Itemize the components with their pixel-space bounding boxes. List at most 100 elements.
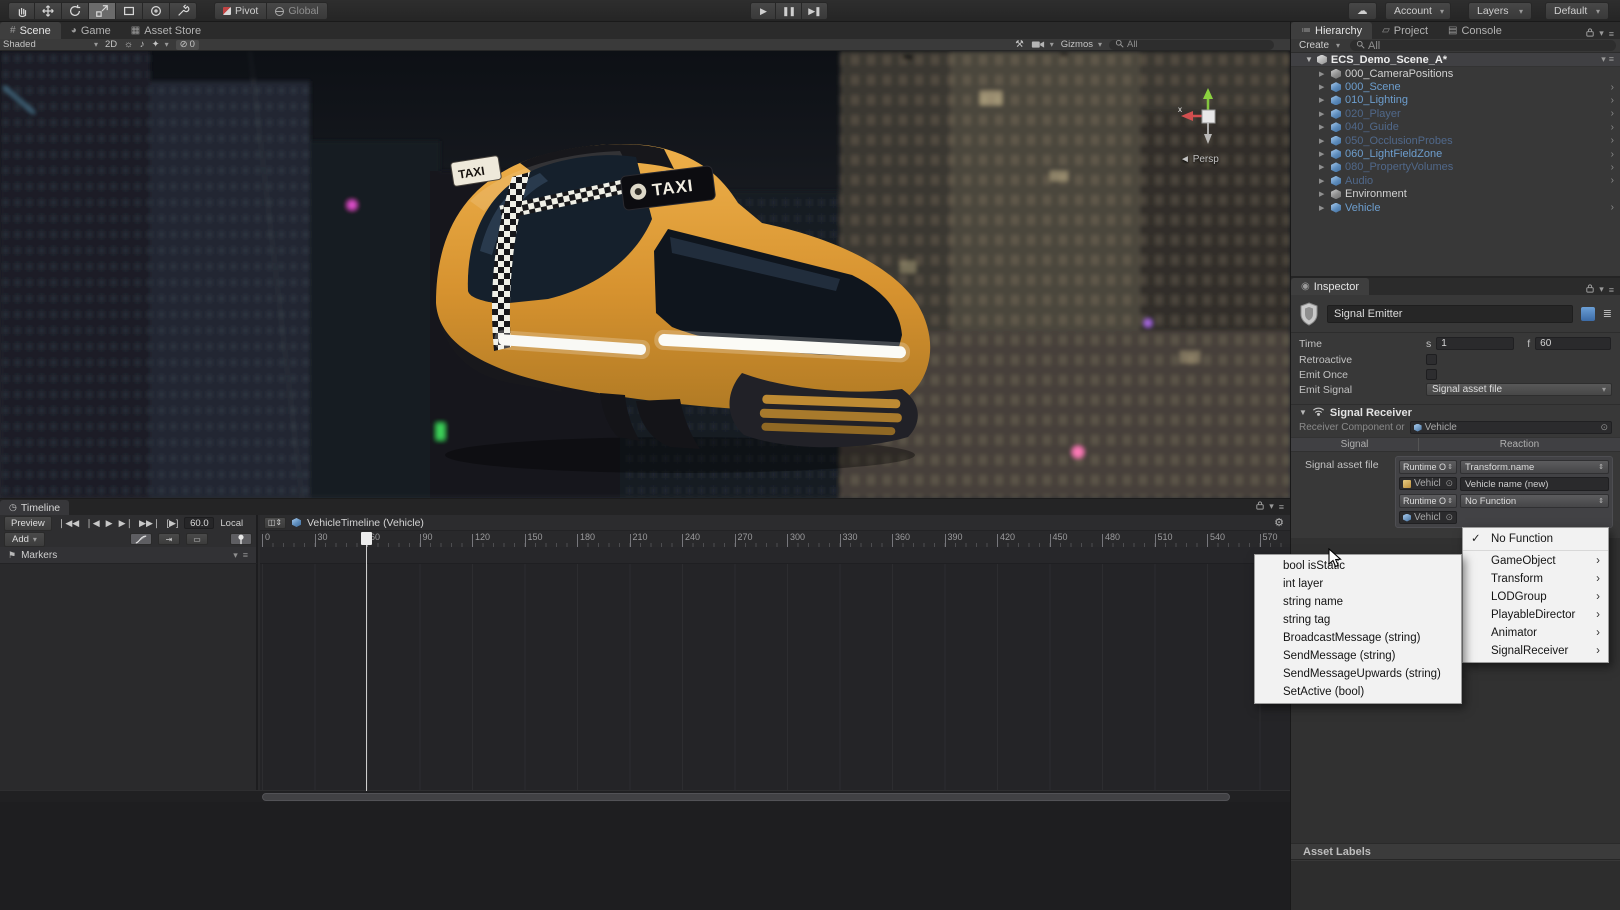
emitter-name-field[interactable]: Signal Emitter	[1327, 305, 1573, 323]
preview-toggle-button[interactable]: Preview	[4, 516, 52, 531]
chevron-down-icon[interactable]: ▾	[1269, 501, 1274, 512]
prefab-chevron-icon[interactable]: ›	[1611, 149, 1614, 160]
menu-item-function[interactable]: SetActive (bool)	[1255, 683, 1461, 701]
frames-field[interactable]: 60	[1535, 337, 1611, 350]
object-picker-icon[interactable]: ⊙	[1445, 512, 1453, 523]
2d-toggle[interactable]: 2D	[105, 39, 117, 50]
shading-mode-dropdown[interactable]: Shaded▾	[3, 39, 98, 50]
hierarchy-item[interactable]: ▶ 000_Scene ›	[1291, 80, 1620, 93]
effects-dropdown[interactable]: ✦▾	[152, 39, 169, 50]
move-tool-button[interactable]	[35, 2, 62, 20]
object-picker-icon[interactable]: ⊙	[1445, 478, 1453, 489]
menu-item-component[interactable]: GameObject›	[1463, 552, 1608, 570]
hierarchy-item[interactable]: ▶ 020_Player ›	[1291, 107, 1620, 120]
menu-item-function[interactable]: bool isStatic	[1255, 557, 1461, 575]
target-object-field[interactable]: Vehicl⊙	[1399, 511, 1457, 524]
timeline-settings-gear-icon[interactable]: ⚙	[1274, 516, 1284, 529]
prefab-chevron-icon[interactable]: ›	[1611, 95, 1614, 106]
markers-track-header[interactable]: ⚑ Markers ▾ ≡	[0, 547, 258, 564]
prefab-chevron-icon[interactable]: ›	[1611, 82, 1614, 93]
target-object-field[interactable]: Vehicl⊙	[1399, 477, 1457, 490]
edit-mode-toggle[interactable]: ▭	[186, 533, 208, 545]
signal-asset-icon[interactable]	[1581, 307, 1595, 321]
menu-item-function[interactable]: BroadcastMessage (string)	[1255, 629, 1461, 647]
account-dropdown[interactable]: Account▾	[1385, 2, 1451, 20]
menu-item-function[interactable]: SendMessageUpwards (string)	[1255, 665, 1461, 683]
expand-arrow-icon[interactable]: ▶	[1319, 110, 1327, 118]
tab-project[interactable]: ▱Project	[1372, 22, 1438, 39]
emit-signal-dropdown[interactable]: Signal asset file▾	[1426, 383, 1612, 396]
expand-arrow-icon[interactable]: ▶	[1319, 137, 1327, 145]
previous-frame-button[interactable]: ❘◀	[85, 518, 99, 529]
tools-icon-button[interactable]: ⚒	[1015, 39, 1024, 50]
runtime-mode-dropdown[interactable]: Runtime O⇕	[1399, 460, 1457, 474]
object-picker-icon[interactable]: ⊙	[1600, 422, 1608, 433]
frame-field[interactable]: 60.0	[184, 517, 214, 529]
play-timeline-button[interactable]: ▶	[106, 518, 113, 529]
lock-icon[interactable]	[1586, 284, 1594, 295]
lock-icon[interactable]	[1586, 28, 1594, 39]
prefab-chevron-icon[interactable]: ›	[1611, 108, 1614, 119]
expand-arrow-icon[interactable]: ▶	[1319, 163, 1327, 171]
receiver-component-field[interactable]: Vehicle ⊙	[1410, 421, 1612, 434]
scene-lighting-toggle[interactable]: ☼	[124, 39, 133, 50]
hierarchy-item[interactable]: ▶ 010_Lighting ›	[1291, 94, 1620, 107]
chevron-down-icon[interactable]: ▾	[233, 550, 238, 561]
menu-item-function[interactable]: string tag	[1255, 611, 1461, 629]
panel-menu-icon[interactable]: ≡	[1279, 502, 1284, 512]
menu-item-component[interactable]: Animator›	[1463, 624, 1608, 642]
editor-tools-button[interactable]	[170, 2, 197, 20]
expand-arrow-icon[interactable]: ▶	[1319, 150, 1327, 158]
global-toggle-button[interactable]: Global	[267, 2, 327, 20]
layout-dropdown[interactable]: Default▾	[1545, 2, 1609, 20]
chevron-down-icon[interactable]: ▾	[1599, 284, 1604, 295]
go-to-end-button[interactable]: ▶▶❘	[139, 518, 160, 529]
camera-dropdown[interactable]: ▾	[1031, 40, 1054, 49]
hierarchy-item[interactable]: ▶ 050_OcclusionProbes ›	[1291, 134, 1620, 147]
tab-hierarchy[interactable]: ≔Hierarchy	[1291, 22, 1372, 39]
hierarchy-item[interactable]: ▶ Audio ›	[1291, 174, 1620, 187]
hierarchy-item[interactable]: ▶ 080_PropertyVolumes ›	[1291, 161, 1620, 174]
expand-arrow-icon[interactable]: ▶	[1319, 83, 1327, 91]
chevron-down-icon[interactable]: ▾	[1599, 28, 1604, 39]
track-menu-icon[interactable]: ≡	[243, 550, 248, 560]
prefab-chevron-icon[interactable]: ›	[1611, 162, 1614, 173]
menu-item-function[interactable]: string name	[1255, 593, 1461, 611]
prefab-chevron-icon[interactable]: ›	[1611, 175, 1614, 186]
hierarchy-search-input[interactable]: All	[1350, 40, 1616, 51]
function-dropdown-none[interactable]: No Function⇕	[1460, 494, 1609, 508]
expand-arrow-icon[interactable]: ▶	[1319, 177, 1327, 185]
add-track-button[interactable]: Add▾	[4, 532, 45, 547]
hierarchy-item[interactable]: ▶ 000_CameraPositions ›	[1291, 67, 1620, 80]
play-button[interactable]: ▶	[750, 2, 776, 20]
menu-item-component[interactable]: LODGroup›	[1463, 588, 1608, 606]
expand-arrow-icon[interactable]: ▶	[1319, 204, 1327, 212]
curves-view-toggle[interactable]	[130, 533, 152, 545]
expand-arrow-icon[interactable]: ▶	[1319, 123, 1327, 131]
pin-icon[interactable]	[230, 533, 252, 545]
pause-button[interactable]: ❚❚	[776, 2, 802, 20]
tab-asset-store[interactable]: ▦Asset Store	[121, 22, 211, 39]
scene-orientation-gizmo[interactable]: x	[1178, 86, 1238, 148]
tab-console[interactable]: ▤Console	[1438, 22, 1512, 39]
playhead-handle[interactable]	[361, 532, 372, 545]
presets-icon[interactable]: ≣	[1603, 307, 1612, 320]
step-button[interactable]: ▶❚	[802, 2, 828, 20]
cloud-button[interactable]: ☁	[1348, 2, 1377, 20]
play-range-button[interactable]: [▶]	[166, 518, 178, 529]
scene-viewport[interactable]: TAXI TAXI x	[0, 51, 1290, 498]
hierarchy-item[interactable]: ▶ Environment ›	[1291, 188, 1620, 201]
pivot-toggle-button[interactable]: Pivot	[214, 2, 267, 20]
foldout-arrow-icon[interactable]: ▼	[1299, 408, 1307, 417]
retroactive-checkbox[interactable]	[1426, 354, 1437, 365]
tab-game[interactable]: ◕Game	[61, 22, 121, 39]
scene-search-input[interactable]: All	[1109, 40, 1274, 50]
rotate-tool-button[interactable]	[62, 2, 89, 20]
timeline-asset-label[interactable]: VehicleTimeline (Vehicle)	[307, 517, 424, 529]
runtime-mode-dropdown[interactable]: Runtime O⇕	[1399, 494, 1457, 508]
menu-item-component[interactable]: Transform›	[1463, 570, 1608, 588]
function-dropdown-transform[interactable]: Transform.name⇕	[1460, 460, 1609, 474]
scrollbar-thumb[interactable]	[262, 793, 1230, 801]
scene-visibility-toggle[interactable]: ⊘0	[176, 40, 199, 50]
projection-mode-label[interactable]: ◄ Persp	[1180, 154, 1219, 165]
